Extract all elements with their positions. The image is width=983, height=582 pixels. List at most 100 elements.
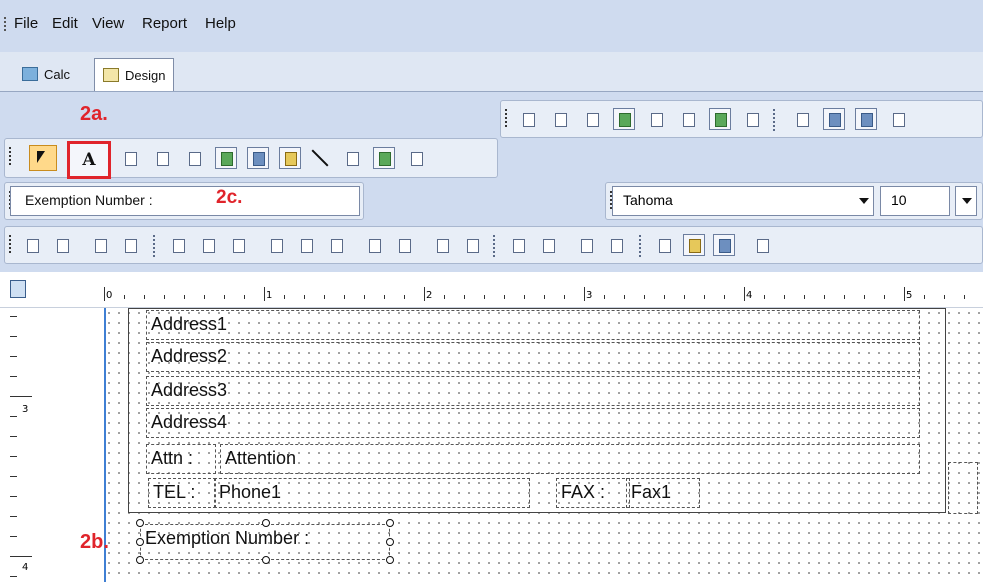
ruler-tick (404, 295, 405, 299)
fax-label[interactable]: FAX : (556, 478, 630, 508)
menu-edit[interactable]: Edit (52, 15, 78, 32)
line-tool-icon[interactable] (311, 149, 329, 167)
space-h-icon[interactable] (363, 234, 385, 256)
align-icon[interactable] (89, 234, 111, 256)
menu-grip[interactable] (4, 17, 7, 31)
image-field-icon[interactable] (645, 108, 667, 130)
checkbox-tool-icon[interactable] (405, 147, 427, 169)
save-icon[interactable] (713, 234, 735, 256)
resize-handle[interactable] (136, 519, 144, 527)
size-height-icon[interactable] (461, 234, 483, 256)
menu-help[interactable]: Help (205, 15, 236, 32)
text-field-icon[interactable] (517, 108, 539, 130)
align-right-icon[interactable] (227, 234, 249, 256)
resize-handle[interactable] (136, 538, 144, 546)
barcode-icon[interactable] (709, 108, 731, 130)
preview-icon[interactable] (751, 234, 773, 256)
palette-grip[interactable] (9, 147, 12, 165)
address4-field[interactable]: Address4 (146, 408, 920, 438)
font-name-select[interactable]: Tahoma (612, 186, 874, 216)
pointer-tool-icon[interactable] (29, 145, 57, 171)
menu-report[interactable]: Report (142, 15, 187, 32)
address2-field[interactable]: Address2 (146, 342, 920, 372)
table-tool-icon[interactable] (341, 147, 363, 169)
alignment-toolbar (4, 226, 983, 264)
font-dropdown-icon[interactable] (859, 198, 869, 204)
resize-handle[interactable] (386, 519, 394, 527)
alignment-grip[interactable] (9, 235, 12, 253)
open-icon[interactable] (683, 234, 705, 256)
db-field-icon[interactable] (549, 108, 571, 130)
font-size-value: 10 (891, 192, 907, 208)
align-icon[interactable] (119, 234, 141, 256)
space-v-icon[interactable] (393, 234, 415, 256)
center-h-icon[interactable] (575, 234, 597, 256)
resize-handle[interactable] (262, 519, 270, 527)
center-v-icon[interactable] (605, 234, 627, 256)
align-middle-icon[interactable] (295, 234, 317, 256)
resize-handle[interactable] (386, 556, 394, 564)
send-back-icon[interactable] (537, 234, 559, 256)
textbox-tool-icon[interactable] (119, 147, 141, 169)
system-field-icon[interactable] (677, 108, 699, 130)
align-left-icon[interactable] (167, 234, 189, 256)
align-bottom-icon[interactable] (325, 234, 347, 256)
fax-field[interactable]: Fax1 (626, 478, 700, 508)
tab-design-label: Design (125, 67, 166, 83)
resize-handle[interactable] (136, 556, 144, 564)
address3-field[interactable]: Address3 (146, 376, 920, 406)
ruler-tick (804, 295, 805, 299)
calc-tool-icon[interactable] (215, 147, 237, 169)
tel-field[interactable]: Phone1 (214, 478, 530, 508)
vruler-tick (10, 396, 32, 397)
barcode-tool-icon[interactable] (373, 147, 395, 169)
chart-tool-icon[interactable] (279, 147, 301, 169)
side-field[interactable] (948, 462, 978, 514)
vruler-tick (10, 316, 17, 317)
image-tool-icon[interactable] (247, 147, 269, 169)
resize-handle[interactable] (386, 538, 394, 546)
attn-label[interactable]: Attn : (146, 444, 216, 474)
vruler-label: 4 (22, 562, 29, 573)
vruler-label: 3 (22, 404, 29, 415)
font-size-select[interactable]: 10 (880, 186, 950, 216)
resize-handle[interactable] (262, 556, 270, 564)
callout-2a: 2a. (80, 103, 108, 125)
subreport-icon[interactable] (855, 108, 877, 130)
richtext-tool-icon[interactable] (183, 147, 205, 169)
bring-front-icon[interactable] (507, 234, 529, 256)
ruler-tick (684, 295, 685, 299)
formula-field-icon[interactable] (581, 108, 603, 130)
checkbox-field-icon[interactable] (741, 108, 763, 130)
memo-tool-icon[interactable] (151, 147, 173, 169)
attn-field[interactable]: Attention (220, 444, 920, 474)
property-value-input[interactable]: Exemption Number : (10, 186, 360, 216)
label-tool-icon[interactable]: A (67, 141, 111, 179)
menu-view[interactable]: View (92, 15, 124, 32)
align-center-icon[interactable] (197, 234, 219, 256)
align-icon[interactable] (51, 234, 73, 256)
page-icon[interactable] (887, 108, 909, 130)
calc-field-icon[interactable] (613, 108, 635, 130)
address1-field[interactable]: Address1 (146, 310, 920, 340)
group-icon[interactable] (823, 108, 845, 130)
font-size-dropdown[interactable] (955, 186, 977, 216)
vruler-tick (10, 336, 17, 337)
toolbar-grip[interactable] (505, 109, 508, 127)
new-icon[interactable] (653, 234, 675, 256)
align-icon[interactable] (21, 234, 43, 256)
menu-file[interactable]: File (14, 15, 38, 32)
font-name-value: Tahoma (623, 192, 673, 208)
size-width-icon[interactable] (431, 234, 453, 256)
band-icon[interactable] (791, 108, 813, 130)
tab-calc[interactable]: Calc (14, 59, 78, 89)
ruler-toggle-icon[interactable] (10, 280, 26, 298)
ruler-tick (584, 287, 585, 301)
tab-design[interactable]: Design (94, 58, 175, 91)
exemption-label[interactable]: Exemption Number : (140, 524, 390, 560)
align-top-icon[interactable] (265, 234, 287, 256)
toolbar-area: A Exemption Number : Tahoma 10 (0, 92, 983, 272)
ruler-tick (324, 295, 325, 299)
ruler-label: 5 (906, 290, 913, 301)
tel-label[interactable]: TEL : (148, 478, 216, 508)
